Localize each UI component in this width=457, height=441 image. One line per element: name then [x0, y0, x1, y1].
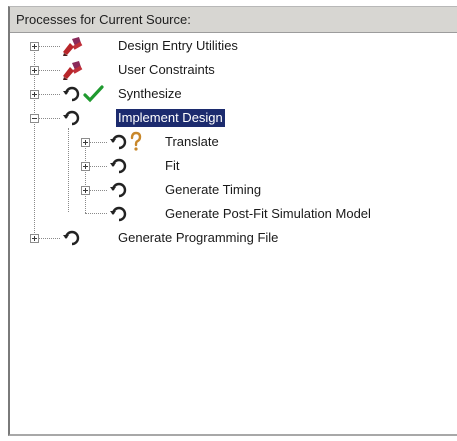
tree-item-label: Design Entry Utilities [118, 38, 238, 53]
expand-toggle[interactable] [30, 66, 39, 75]
expand-toggle[interactable] [81, 162, 90, 171]
expand-toggle[interactable] [30, 90, 39, 99]
expand-toggle[interactable] [81, 138, 90, 147]
tree-item-label: Translate [165, 134, 219, 149]
tree-item-generate-post-fit-simulation-model[interactable]: Generate Post-Fit Simulation Model [10, 203, 450, 225]
tree-item-label: Fit [165, 158, 180, 173]
process-icon [110, 158, 127, 174]
tree-item-user-constraints[interactable]: User Constraints [10, 59, 450, 81]
process-icon [63, 86, 80, 102]
expand-toggle[interactable] [30, 42, 39, 51]
tree-item-translate[interactable]: Translate [10, 131, 450, 153]
design-tools-icon [63, 61, 83, 80]
tree-item-label: Generate Programming File [118, 230, 279, 245]
check-icon [83, 85, 104, 103]
panel-title: Processes for Current Source: [10, 7, 457, 33]
tree-item-label: Generate Post-Fit Simulation Model [165, 206, 371, 221]
tree-item-design-entry-utilities[interactable]: Design Entry Utilities [10, 35, 450, 57]
process-tree: Design Entry Utilities User Constraints [10, 33, 457, 434]
tree-item-label: Generate Timing [165, 182, 262, 197]
expand-toggle[interactable] [81, 186, 90, 195]
collapse-toggle[interactable] [30, 114, 39, 123]
design-tools-icon [63, 37, 83, 56]
tree-item-label: Implement Design [116, 109, 225, 127]
tree-item-synthesize[interactable]: Synthesize [10, 83, 450, 105]
tree-item-label: Synthesize [118, 86, 182, 101]
tree-item-generate-timing[interactable]: Generate Timing [10, 179, 450, 201]
expand-toggle[interactable] [30, 234, 39, 243]
tree-item-fit[interactable]: Fit [10, 155, 450, 177]
tree-item-label: User Constraints [118, 62, 215, 77]
processes-panel: Processes for Current Source: Design Ent… [8, 6, 457, 436]
process-icon [63, 230, 80, 246]
process-icon [110, 182, 127, 198]
process-icon [63, 110, 80, 126]
tree-item-generate-programming-file[interactable]: Generate Programming File [10, 227, 450, 249]
process-icon [110, 206, 127, 222]
tree-item-implement-design[interactable]: Implement Design [10, 107, 450, 129]
question-icon [130, 131, 142, 151]
